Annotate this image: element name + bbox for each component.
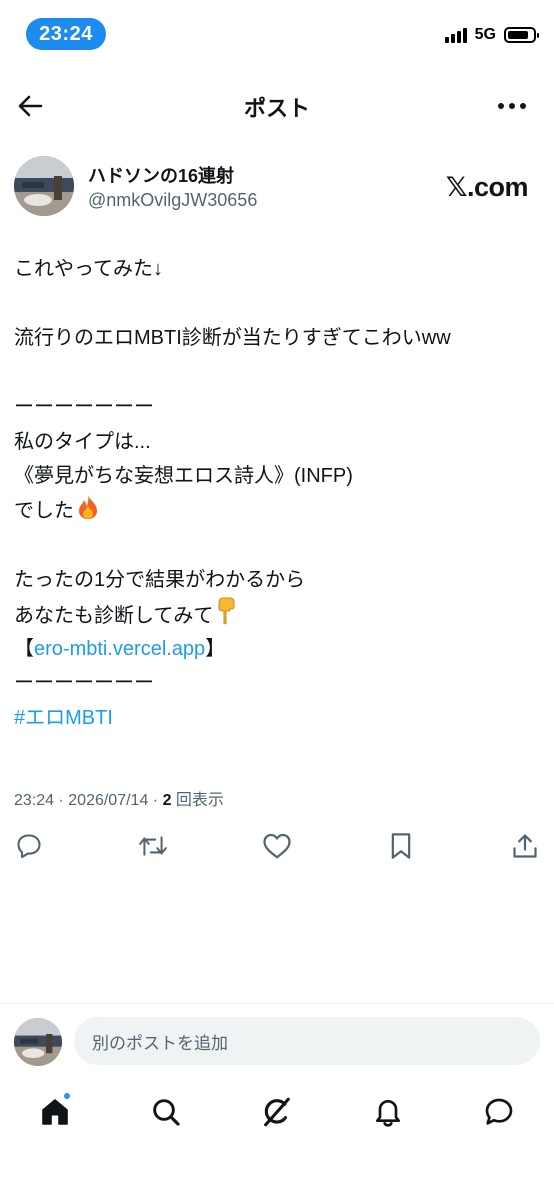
hashtag-link[interactable]: #エロMBTI (14, 701, 540, 736)
home-icon (42, 1099, 68, 1125)
compose-avatar (14, 1018, 62, 1066)
bookmark-icon (391, 833, 411, 859)
post-line: たったの1分で結果がわかるから (14, 568, 306, 591)
reply-button[interactable] (14, 831, 44, 861)
post-line-text: でした (14, 499, 74, 522)
nav-messages[interactable] (477, 1090, 521, 1134)
post-date: 2026/07/14 (68, 792, 149, 809)
nav-notifications[interactable] (366, 1090, 410, 1134)
more-options-button[interactable] (494, 90, 530, 122)
network-type: 5G (474, 26, 496, 43)
header: ポスト (0, 76, 554, 136)
post-author: ハドソンの16連射 @nmkOvilgJW30656 𝕏.com (14, 156, 540, 218)
page-title: ポスト (243, 96, 310, 121)
post-line: 《夢見がちな妄想エロス詩人》(INFP) (14, 465, 353, 487)
post-time: 23:24 (14, 792, 55, 809)
post-line: でした (14, 494, 540, 529)
avatar[interactable] (14, 156, 74, 216)
add-post-input[interactable]: 別のポストを追加 (74, 1017, 540, 1065)
fire-emoji-icon (79, 494, 97, 519)
reply-icon (17, 834, 41, 859)
heart-icon (263, 833, 291, 859)
post-line: あなたも診断してみて (14, 597, 540, 632)
link-bracket: 】 (205, 637, 226, 660)
notification-dot (63, 1092, 71, 1100)
post-line: 流行りのエロMBTI診断が当たりすぎてこわいww (14, 327, 451, 349)
post-line: これやってみた↓ (14, 258, 163, 280)
repost-icon (139, 836, 167, 856)
search-icon (153, 1099, 180, 1126)
author-name[interactable]: ハドソンの16連射 (88, 162, 234, 188)
bookmark-button[interactable] (386, 831, 416, 861)
share-button[interactable] (510, 831, 540, 861)
share-icon (513, 834, 537, 858)
nav-grok[interactable] (255, 1090, 299, 1134)
post-line-text: あなたも診断してみて (14, 605, 214, 627)
link-bracket: 【 (14, 637, 34, 660)
status-time: 23:24 (26, 18, 106, 50)
nav-home[interactable] (33, 1090, 77, 1134)
status-indicators: 5G (444, 26, 539, 44)
pointing-down-emoji-icon (218, 597, 235, 625)
bottom-navigation (0, 1090, 554, 1138)
grok-icon (264, 1097, 290, 1127)
post-line: 【ero-mbti.vercel.app】 (14, 632, 540, 667)
more-horizontal-icon (498, 103, 526, 109)
views-label: 回表示 (171, 792, 224, 809)
post-link[interactable]: ero-mbti.vercel.app (34, 638, 205, 660)
post-meta: 23:24 · 2026/07/14 · 2 回表示 (14, 792, 224, 809)
bell-icon (376, 1100, 400, 1127)
nav-search[interactable] (144, 1090, 188, 1134)
compose-divider (0, 1003, 554, 1004)
post-line: ーーーーーーー (14, 396, 154, 418)
repost-button[interactable] (138, 831, 168, 861)
post-actions (14, 828, 540, 864)
post-line: ーーーーーーー (14, 672, 154, 694)
post-text: これやってみた↓ 流行りのエロMBTI診断が当たりすぎてこわいww ーーーーーー… (14, 252, 540, 735)
status-bar: 23:24 5G (0, 0, 554, 70)
battery-icon (504, 27, 539, 43)
author-handle[interactable]: @nmkOvilgJW30656 (88, 190, 257, 211)
like-button[interactable] (262, 831, 292, 861)
post-line: 私のタイプは... (14, 430, 151, 453)
x-logo-watermark: 𝕏.com (445, 172, 529, 202)
messages-icon (485, 1098, 513, 1125)
cellular-signal-icon (444, 27, 467, 43)
